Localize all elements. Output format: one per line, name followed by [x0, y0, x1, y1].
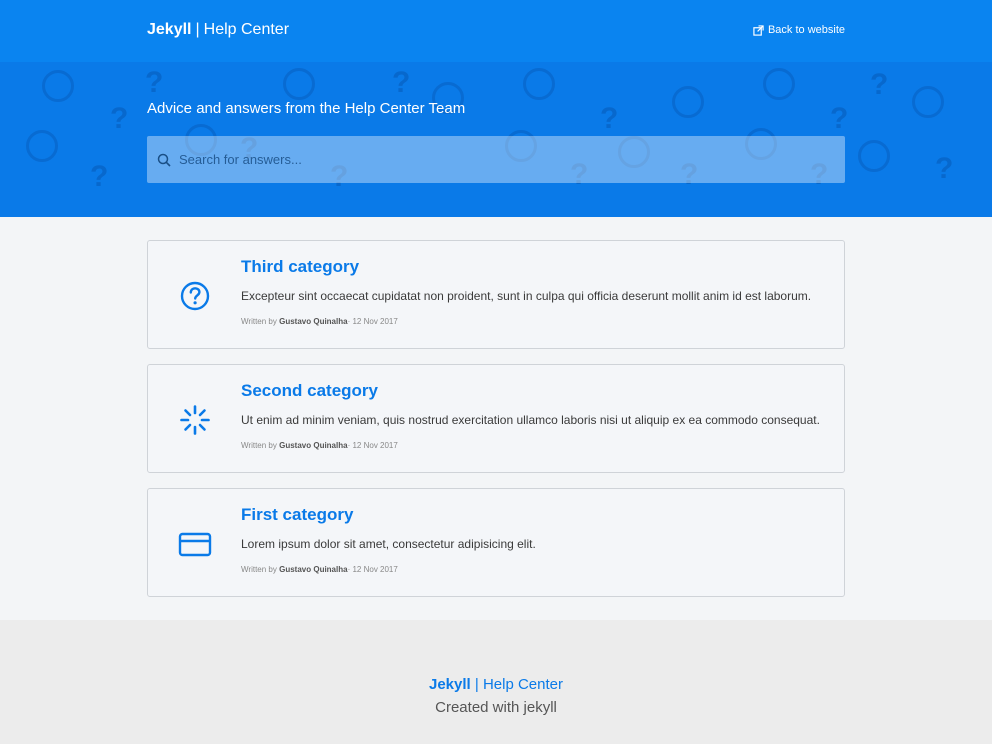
author-name: Gustavo Quinalha	[279, 565, 348, 574]
written-by-label: Written by	[241, 565, 277, 574]
question-circle-icon	[180, 281, 210, 311]
top-navbar: Jekyll | Help Center Back to website	[0, 0, 992, 62]
post-date: · 12 Nov 2017	[347, 441, 398, 450]
hero-banner: ? ? ? ? ? ? ? ? ? ? ? ? ? Advice and ans…	[0, 62, 992, 217]
category-card-third[interactable]: Third category Excepteur sint occaecat c…	[147, 240, 845, 349]
footer-brand-separator: |	[474, 676, 479, 693]
author-name: Gustavo Quinalha	[279, 317, 348, 326]
category-description: Excepteur sint occaecat cupidatat non pr…	[241, 289, 812, 303]
category-meta: Written by Gustavo Quinalha· 12 Nov 2017	[241, 441, 398, 450]
category-description: Ut enim ad minim veniam, quis nostrud ex…	[241, 413, 820, 427]
external-link-icon	[753, 24, 764, 36]
credit-card-icon	[178, 532, 212, 557]
author-name: Gustavo Quinalha	[279, 441, 348, 450]
footer-brand[interactable]: Jekyll | Help Center	[0, 676, 992, 693]
category-title[interactable]: Third category	[241, 257, 359, 277]
category-card-second[interactable]: Second category Ut enim ad minim veniam,…	[147, 364, 845, 473]
hero-tagline: Advice and answers from the Help Center …	[147, 100, 466, 117]
footer-credit: Created with jekyll	[435, 699, 557, 716]
category-meta: Written by Gustavo Quinalha· 12 Nov 2017	[241, 317, 398, 326]
written-by-label: Written by	[241, 441, 277, 450]
category-list: Third category Excepteur sint occaecat c…	[0, 217, 992, 620]
post-date: · 12 Nov 2017	[347, 565, 398, 574]
footer-brand-subtitle: Help Center	[482, 676, 563, 693]
spinner-icon	[180, 405, 210, 435]
search-icon	[157, 153, 171, 167]
brand-name: Jekyll	[147, 21, 192, 38]
category-title[interactable]: Second category	[241, 381, 378, 401]
brand-separator: |	[195, 21, 200, 38]
search-bar	[147, 136, 845, 183]
back-link-label: Back to website	[767, 24, 845, 36]
category-description: Lorem ipsum dolor sit amet, consectetur …	[241, 537, 536, 551]
page-footer: Jekyll | Help Center Created with jekyll	[0, 620, 992, 744]
category-meta: Written by Gustavo Quinalha· 12 Nov 2017	[241, 565, 398, 574]
brand-logo[interactable]: Jekyll | Help Center	[147, 21, 289, 39]
search-input[interactable]	[179, 152, 819, 167]
written-by-label: Written by	[241, 317, 277, 326]
back-to-website-link[interactable]: Back to website	[753, 24, 845, 36]
category-card-first[interactable]: First category Lorem ipsum dolor sit ame…	[147, 488, 845, 597]
category-title[interactable]: First category	[241, 505, 353, 525]
footer-brand-name: Jekyll	[428, 676, 471, 693]
brand-subtitle: Help Center	[203, 21, 290, 38]
post-date: · 12 Nov 2017	[347, 317, 398, 326]
